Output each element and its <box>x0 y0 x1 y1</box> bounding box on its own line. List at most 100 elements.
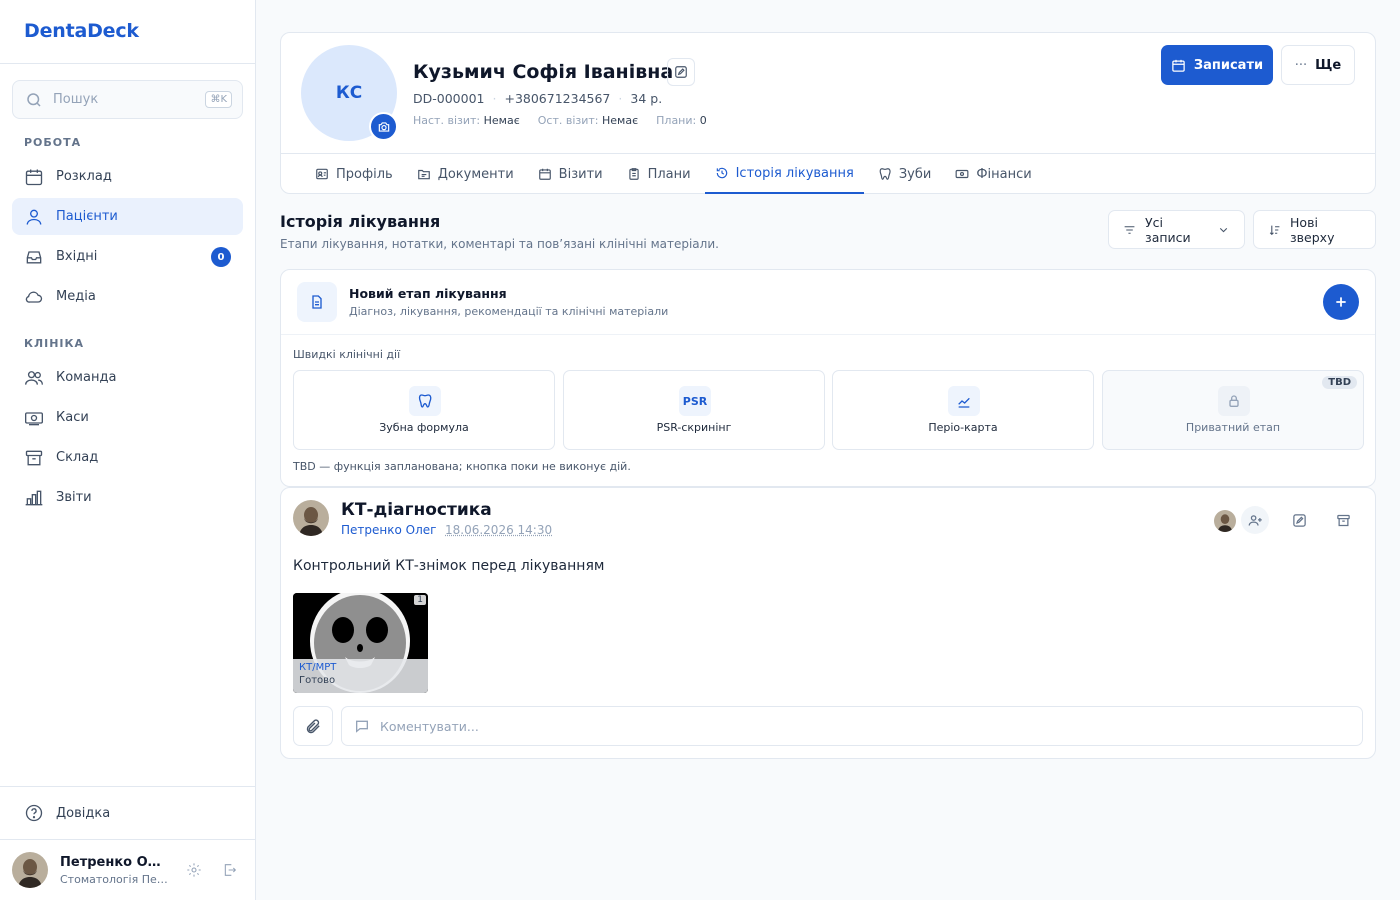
tab-visits[interactable]: Візити <box>528 154 613 194</box>
page-subtitle: Етапи лікування, нотатки, коментарі та п… <box>280 237 719 251</box>
new-stage-title: Новий етап лікування <box>349 286 507 301</box>
sidebar-item-patients[interactable]: Пацієнти <box>12 198 243 235</box>
logout-icon[interactable] <box>222 862 238 878</box>
comment-icon <box>356 720 368 733</box>
tab-label: Профіль <box>336 166 393 182</box>
next-visit-value: Немає <box>483 114 520 127</box>
add-participant-button[interactable] <box>1241 506 1269 534</box>
pencil-icon <box>1292 513 1306 527</box>
add-stage-button[interactable] <box>1323 284 1359 320</box>
patient-visit-summary: Наст. візит: Немає Ост. візит: Немає Пла… <box>413 114 707 127</box>
book-appointment-button[interactable]: Записати <box>1161 45 1273 85</box>
plus-icon <box>1336 297 1346 307</box>
attachment-type: КТ/МРТ <box>299 662 337 673</box>
ct-scan-thumbnail[interactable]: 1 КТ/МРТ Готово <box>293 593 428 693</box>
sidebar-item-reports[interactable]: Звіти <box>12 479 243 516</box>
archive-icon <box>1336 514 1350 526</box>
tab-label: Фінанси <box>976 166 1032 182</box>
tab-label: Історія лікування <box>735 165 854 181</box>
tbd-badge: TBD <box>1322 376 1357 389</box>
document-icon <box>297 282 337 322</box>
more-button[interactable]: ··· Ще <box>1281 45 1355 85</box>
comment-input[interactable] <box>380 718 1350 734</box>
help-link[interactable]: Довідка <box>0 786 255 839</box>
inbox-icon <box>26 250 42 263</box>
quick-action-label: Періо-карта <box>928 421 998 434</box>
sidebar-item-warehouse[interactable]: Склад <box>12 439 243 476</box>
paperclip-icon <box>306 718 320 733</box>
page-title: Історія лікування <box>280 212 441 231</box>
tooth-icon <box>879 168 891 180</box>
perio-chart-icon <box>948 386 980 416</box>
money-icon <box>955 169 969 179</box>
patient-phone[interactable]: +380671234567 <box>504 91 610 106</box>
user-profile: Петренко Олег Стоматологія Петренка <box>0 839 255 900</box>
archive-entry-button[interactable] <box>1329 506 1357 534</box>
tab-label: Плани <box>647 166 691 182</box>
search-input[interactable] <box>53 92 206 107</box>
upload-photo-button[interactable] <box>369 112 398 141</box>
archive-icon <box>25 450 43 465</box>
patient-age: 34 р. <box>630 91 663 106</box>
author-avatar <box>293 500 329 536</box>
tab-teeth[interactable]: Зуби <box>868 154 942 194</box>
search-box[interactable]: ⌘K <box>12 80 243 119</box>
gear-icon[interactable] <box>186 862 202 878</box>
user-name: Петренко Олег <box>60 854 168 870</box>
filter-icon <box>1124 225 1135 234</box>
plans-value: 0 <box>699 114 707 127</box>
pencil-icon <box>675 66 687 78</box>
sidebar-item-media[interactable]: Медіа <box>12 278 243 315</box>
quick-action-perio-chart[interactable]: Періо-карта <box>832 370 1094 450</box>
entry-date: 18.06.2026 14:30 <box>445 523 553 537</box>
quick-action-label: Приватний етап <box>1185 421 1281 434</box>
new-stage-subtitle: Діагноз, лікування, рекомендації та клін… <box>349 305 669 318</box>
tab-treatment-history[interactable]: Історія лікування <box>704 154 864 194</box>
tab-finance[interactable]: Фінанси <box>945 154 1041 194</box>
patient-name: Кузьмич Софія Іванівна <box>413 61 674 83</box>
sidebar-item-label: Пацієнти <box>56 209 118 224</box>
profile-icon <box>316 168 328 180</box>
new-stage-header[interactable]: Новий етап лікування Діагноз, лікування,… <box>281 270 1375 335</box>
edit-entry-button[interactable] <box>1285 506 1313 534</box>
sidebar-item-team[interactable]: Команда <box>12 359 243 396</box>
tab-documents[interactable]: Документи <box>407 154 524 194</box>
tab-profile[interactable]: Профіль <box>305 154 403 194</box>
calendar-icon <box>25 169 43 185</box>
attach-file-button[interactable] <box>293 706 333 746</box>
tab-label: Документи <box>437 166 514 182</box>
section-title-work: РОБОТА <box>24 136 82 149</box>
participant-avatar <box>1214 510 1236 532</box>
patient-id: DD-000001 <box>413 91 485 106</box>
user-avatar[interactable] <box>12 852 48 888</box>
last-visit-value: Немає <box>602 114 639 127</box>
sort-button[interactable]: Нові зверху <box>1253 210 1376 249</box>
quick-action-private-stage[interactable]: TBD Приватний етап <box>1102 370 1364 450</box>
tab-plans[interactable]: Плани <box>617 154 701 194</box>
app-logo[interactable]: DentaDeck <box>0 0 255 64</box>
user-clinic: Стоматологія Петренка <box>60 872 168 886</box>
filter-dropdown[interactable]: Усі записи <box>1108 210 1245 249</box>
sidebar-item-label: Медіа <box>56 289 96 304</box>
sidebar-item-label: Команда <box>56 370 117 385</box>
quick-action-dental-formula[interactable]: Зубна формула <box>293 370 555 450</box>
comment-field[interactable] <box>341 706 1363 746</box>
attachment-status: Готово <box>299 675 336 686</box>
calendar-icon <box>538 168 551 180</box>
quick-action-label: PSR-скринінг <box>656 421 732 434</box>
team-icon <box>25 370 43 385</box>
quick-action-psr[interactable]: PSR PSR-скринінг <box>563 370 825 450</box>
sidebar-item-label: Склад <box>56 450 99 465</box>
edit-patient-button[interactable] <box>667 58 695 86</box>
sidebar-item-schedule[interactable]: Розклад <box>12 158 243 195</box>
quick-actions-label: Швидкі клінічні дії <box>293 348 401 361</box>
cloud-icon <box>25 291 43 303</box>
sidebar-item-cash[interactable]: Каси <box>12 399 243 436</box>
entry-author[interactable]: Петренко Олег <box>341 523 436 537</box>
entry-title: КТ-діагностика <box>341 500 492 520</box>
sidebar-item-inbox[interactable]: Вхідні 0 <box>12 238 243 275</box>
lock-icon <box>1218 386 1250 416</box>
calendar-icon <box>1172 59 1185 72</box>
sidebar-item-label: Вхідні <box>56 249 98 264</box>
inbox-count-badge: 0 <box>211 247 231 267</box>
